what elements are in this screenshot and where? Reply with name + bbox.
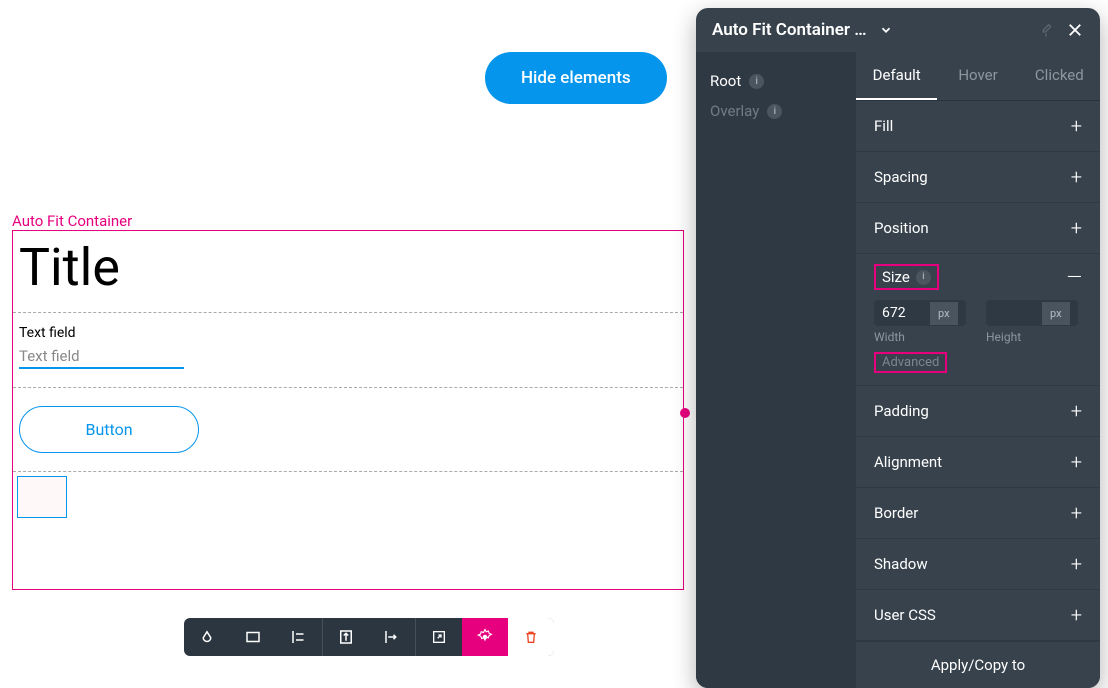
section-padding[interactable]: Padding+ [856, 386, 1100, 437]
tree-node-root[interactable]: Root i [710, 66, 842, 96]
context-toolbar [184, 618, 554, 656]
auto-fit-container[interactable]: Title Text field Button [12, 230, 684, 590]
height-label: Height [986, 330, 1078, 344]
apply-copy-button[interactable]: Apply/Copy to [856, 641, 1100, 688]
width-unit[interactable]: px [930, 302, 958, 325]
info-badge-icon: i [916, 270, 931, 285]
plus-icon: + [1071, 501, 1082, 525]
tree-overlay-label: Overlay [710, 102, 759, 120]
close-icon[interactable] [1066, 21, 1084, 39]
tree-root-label: Root [710, 72, 741, 90]
pin-icon[interactable] [1038, 22, 1054, 38]
settings-tool-icon[interactable] [462, 618, 508, 656]
resize-handle-right[interactable] [680, 408, 690, 418]
align-left-tool-icon[interactable] [276, 618, 322, 656]
height-tool-icon[interactable] [323, 618, 369, 656]
section-alignment[interactable]: Alignment+ [856, 437, 1100, 488]
width-input[interactable] [874, 301, 930, 325]
textfield-label: Text field [19, 325, 677, 341]
tree-node-overlay[interactable]: Overlay i [710, 96, 842, 126]
state-tabs: Default Hover Clicked [856, 52, 1100, 101]
textfield-input[interactable] [19, 345, 184, 369]
textfield-section[interactable]: Text field [13, 313, 683, 387]
section-usercss[interactable]: User CSS+ [856, 590, 1100, 641]
info-badge-icon: i [749, 74, 764, 89]
tab-hover[interactable]: Hover [937, 52, 1018, 100]
empty-element[interactable] [17, 476, 67, 518]
section-position[interactable]: Position+ [856, 203, 1100, 254]
canvas-button[interactable]: Button [19, 406, 199, 453]
container-tool-icon[interactable] [230, 618, 276, 656]
open-tool-icon[interactable] [416, 618, 462, 656]
plus-icon: + [1071, 114, 1082, 138]
hide-elements-button[interactable]: Hide elements [485, 52, 667, 104]
plus-icon: + [1071, 552, 1082, 576]
height-unit[interactable]: px [1042, 302, 1070, 325]
tab-default[interactable]: Default [856, 52, 937, 100]
section-spacing[interactable]: Spacing+ [856, 152, 1100, 203]
section-size: Size i — px Width px Height [856, 254, 1100, 386]
fill-tool-icon[interactable] [184, 618, 230, 656]
info-badge-icon: i [767, 104, 782, 119]
height-input[interactable] [986, 301, 1042, 325]
title-text[interactable]: Title [13, 231, 683, 312]
plus-icon: + [1071, 216, 1082, 240]
plus-icon: + [1071, 165, 1082, 189]
tab-clicked[interactable]: Clicked [1019, 52, 1100, 100]
section-fill[interactable]: Fill+ [856, 101, 1100, 152]
width-label: Width [874, 330, 966, 344]
delete-tool-icon[interactable] [508, 618, 554, 656]
plus-icon: + [1071, 399, 1082, 423]
properties-panel: Auto Fit Container … Root i Overlay i De… [696, 8, 1100, 688]
section-border[interactable]: Border+ [856, 488, 1100, 539]
button-section[interactable]: Button [13, 388, 683, 471]
element-tree: Root i Overlay i [696, 52, 856, 688]
size-header[interactable]: Size i [874, 264, 939, 290]
section-shadow[interactable]: Shadow+ [856, 539, 1100, 590]
panel-title: Auto Fit Container … [712, 20, 867, 40]
chevron-down-icon[interactable] [879, 23, 893, 37]
advanced-link[interactable]: Advanced [874, 352, 947, 373]
plus-icon: + [1071, 450, 1082, 474]
selection-label: Auto Fit Container [12, 212, 132, 230]
plus-icon: + [1071, 603, 1082, 627]
width-tool-icon[interactable] [369, 618, 415, 656]
minus-icon[interactable]: — [1067, 265, 1082, 289]
